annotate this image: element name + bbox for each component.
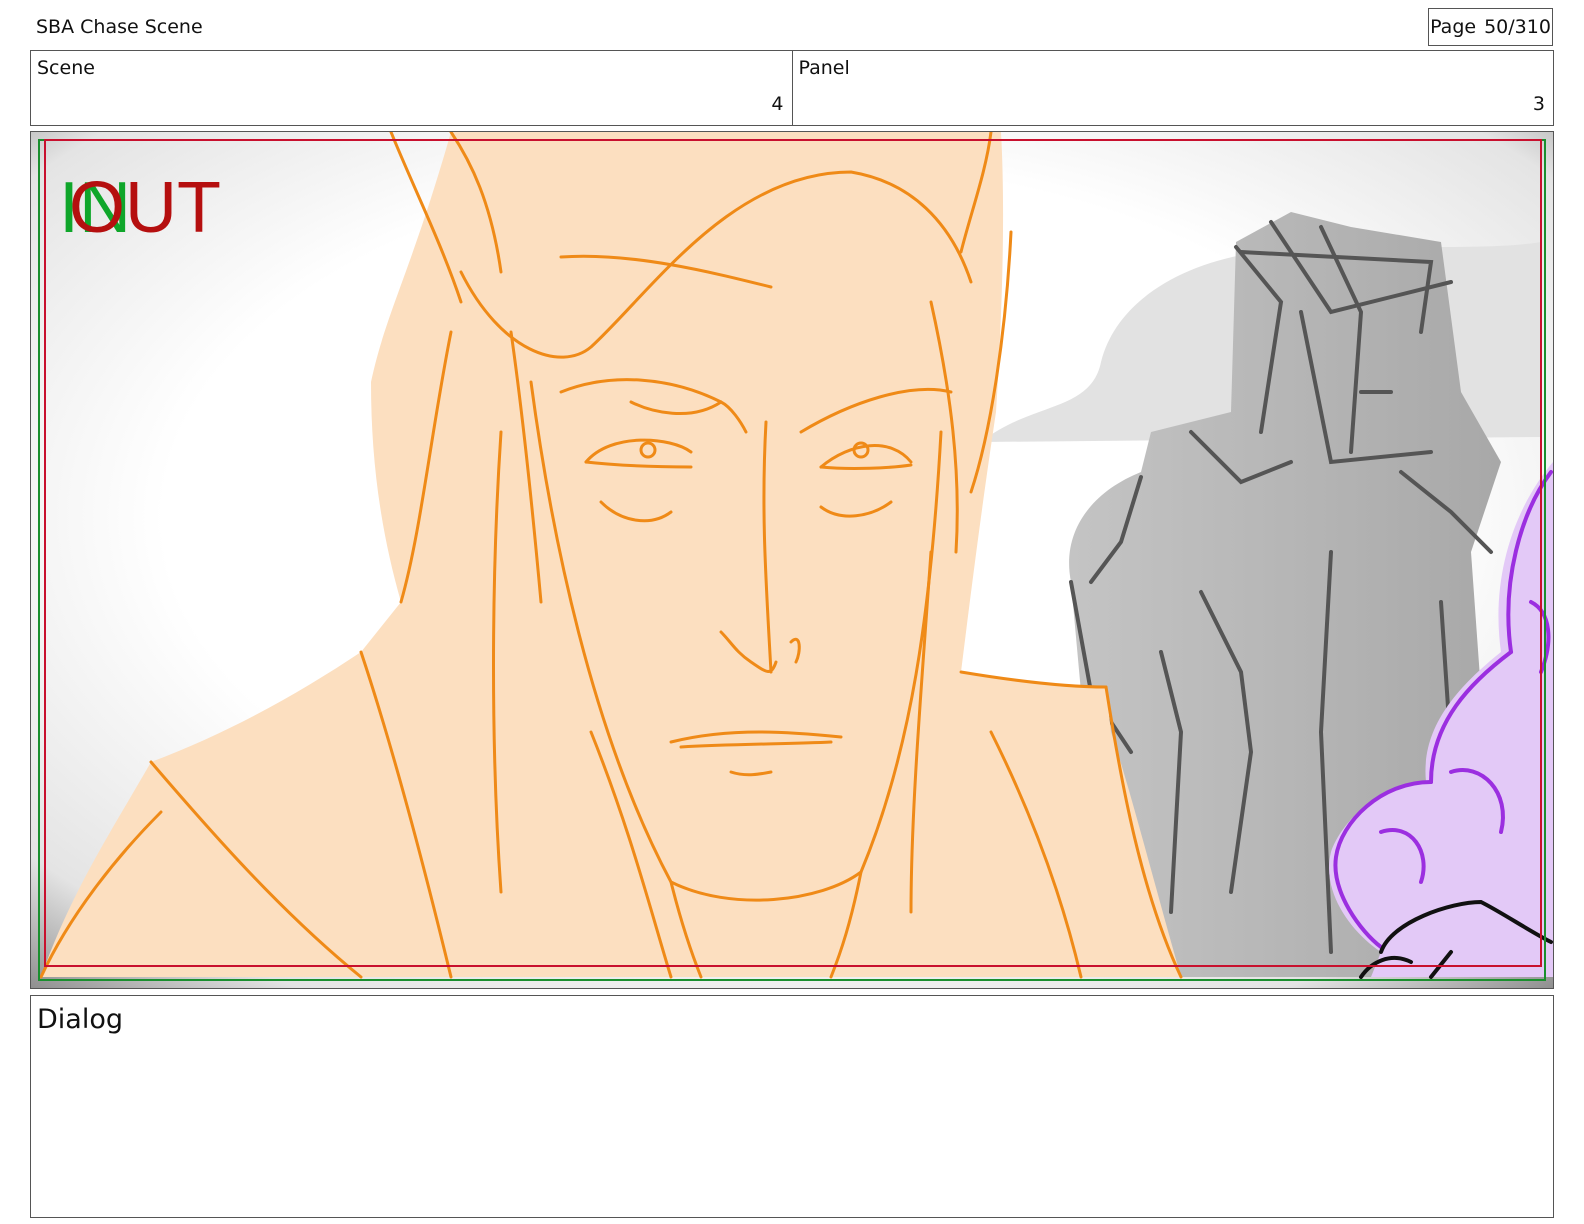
scene-value: 4 — [771, 93, 784, 115]
storyboard-drawing: IN OUT — [31, 132, 1553, 988]
storyboard-frame[interactable]: IN OUT — [30, 131, 1554, 989]
page-number: 50/310 — [1484, 16, 1551, 38]
panel-value: 3 — [1532, 93, 1545, 115]
page-label: Page — [1430, 16, 1477, 38]
document-title: SBA Chase Scene — [36, 16, 203, 38]
overlay-out-label: OUT — [69, 168, 221, 248]
scene-panel-info-row: Scene 4 Panel 3 — [30, 50, 1554, 126]
dialog-label: Dialog — [37, 1004, 123, 1035]
page-indicator: Page 50/310 — [1428, 8, 1553, 46]
dialog-box[interactable]: Dialog — [30, 995, 1554, 1218]
panel-cell[interactable]: Panel 3 — [791, 51, 1554, 125]
panel-label: Panel — [798, 57, 850, 79]
scene-label: Scene — [37, 57, 95, 79]
scene-cell[interactable]: Scene 4 — [31, 51, 792, 125]
